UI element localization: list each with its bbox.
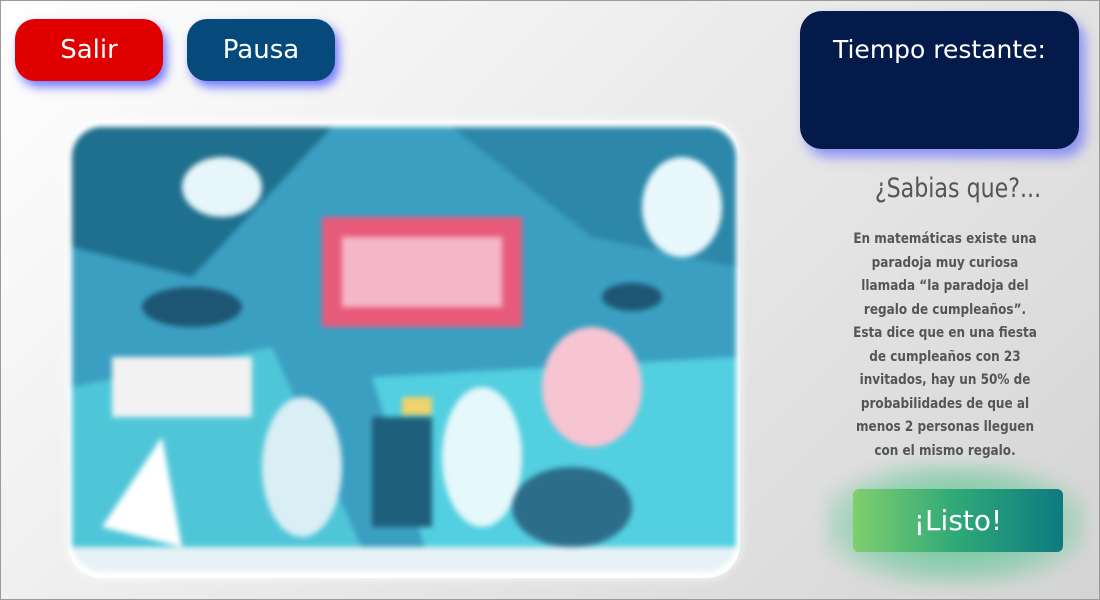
exit-button[interactable]: Salir <box>15 19 163 81</box>
fact-body: En matemáticas existe una paradoja muy c… <box>853 231 1037 459</box>
puzzle-card <box>68 121 740 578</box>
timer-label: Tiempo restante: <box>832 35 1046 64</box>
timer-panel: Tiempo restante: <box>800 11 1079 149</box>
fact-title: ¿Sabias que?... <box>874 173 1042 204</box>
pause-button[interactable]: Pausa <box>187 19 335 81</box>
hidden-picture-image[interactable] <box>72 127 736 571</box>
ready-button[interactable]: ¡Listo! <box>853 489 1063 552</box>
